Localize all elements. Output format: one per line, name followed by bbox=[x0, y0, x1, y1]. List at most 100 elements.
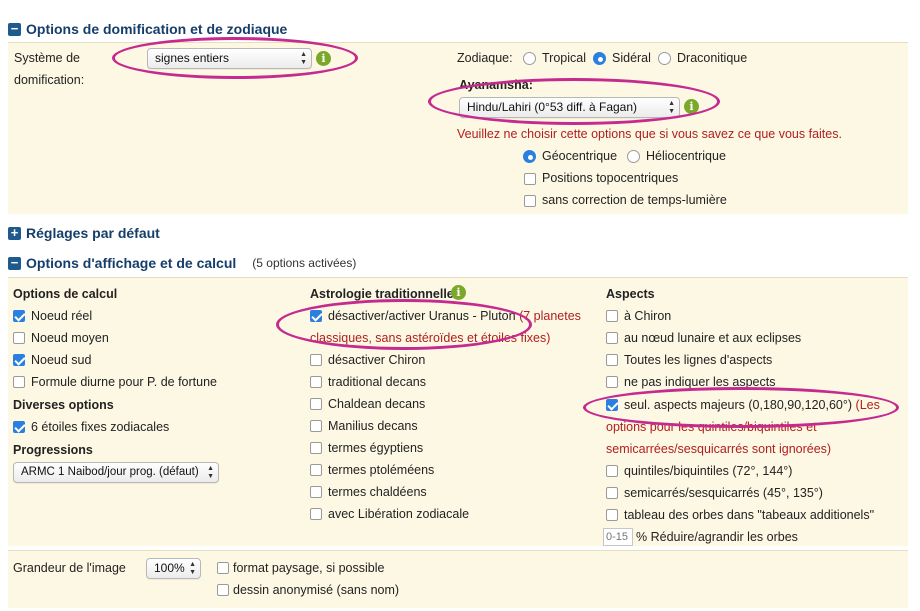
aspect-lines-checkbox[interactable] bbox=[606, 354, 618, 366]
select-arrows-icon: ▲ ▼ bbox=[668, 99, 675, 115]
orbs-table-label: tableau des orbes dans "tabeaux addition… bbox=[624, 508, 875, 522]
uranus-pluto-note: (7 planetes bbox=[519, 309, 581, 323]
chaldean-terms-label: termes chaldéens bbox=[328, 485, 427, 499]
info-icon[interactable]: i bbox=[451, 285, 466, 300]
ayanamsha-select[interactable]: Hindu/Lahiri (0°53 diff. à Fagan) ▲ ▼ bbox=[459, 97, 680, 118]
select-arrows-icon: ▲ ▼ bbox=[189, 560, 196, 576]
expert-warning: Veuillez ne choisir cette options que si… bbox=[457, 127, 842, 141]
section-title-domification: Options de domification et de zodiaque bbox=[26, 21, 288, 37]
mean-node-checkbox[interactable] bbox=[13, 332, 25, 344]
fortune-formula-checkbox[interactable] bbox=[13, 376, 25, 388]
section-title-defaults: Réglages par défaut bbox=[26, 225, 160, 241]
true-node-checkbox[interactable] bbox=[13, 310, 25, 322]
anonymous-label: dessin anonymisé (sans nom) bbox=[233, 583, 400, 597]
ayanamsha-value: Hindu/Lahiri (0°53 diff. à Fagan) bbox=[467, 100, 638, 114]
egyptian-terms-checkbox[interactable] bbox=[310, 442, 322, 454]
section-toggle-domification[interactable]: − Options de domification et de zodiaque bbox=[8, 21, 287, 37]
radio-draconitique-label: Draconitique bbox=[677, 51, 748, 65]
traditional-decans-checkbox[interactable] bbox=[310, 376, 322, 388]
zodiacal-release-checkbox[interactable] bbox=[310, 508, 322, 520]
ayanamsha-label: Ayanamsha: bbox=[459, 78, 533, 92]
fortune-formula-label: Formule diurne pour P. de fortune bbox=[31, 375, 217, 389]
active-options-count: (5 options activées) bbox=[252, 256, 357, 270]
hide-aspects-label: ne pas indiquer les aspects bbox=[624, 375, 776, 389]
orbs-table-checkbox[interactable] bbox=[606, 509, 618, 521]
house-system-label: Système de bbox=[14, 51, 81, 65]
progressions-title: Progressions bbox=[13, 443, 93, 457]
ptolemaic-terms-label: termes ptoléméens bbox=[328, 463, 435, 477]
house-system-value: signes entiers bbox=[155, 51, 230, 65]
major-aspects-text: seul. aspects majeurs (0,180,90,120,60°) bbox=[624, 398, 853, 412]
image-panel bbox=[8, 550, 908, 608]
info-icon[interactable]: i bbox=[684, 99, 699, 114]
orb-percent-input[interactable] bbox=[603, 528, 633, 546]
collapse-icon: − bbox=[8, 22, 21, 36]
radio-geocentric[interactable] bbox=[523, 150, 536, 163]
radio-tropical[interactable] bbox=[523, 52, 536, 65]
chaldean-decans-checkbox[interactable] bbox=[310, 398, 322, 410]
landscape-checkbox[interactable] bbox=[217, 562, 229, 574]
manilius-decans-checkbox[interactable] bbox=[310, 420, 322, 432]
aspect-node-checkbox[interactable] bbox=[606, 332, 618, 344]
uranus-pluto-checkbox[interactable] bbox=[310, 310, 322, 322]
traditional-title: Astrologie traditionnelle bbox=[310, 287, 454, 301]
manilius-decans-label: Manilius decans bbox=[328, 419, 418, 433]
chiron-checkbox[interactable] bbox=[310, 354, 322, 366]
mean-node-label: Noeud moyen bbox=[31, 331, 109, 345]
aspect-chiron-label: à Chiron bbox=[624, 309, 672, 323]
south-node-label: Noeud sud bbox=[31, 353, 92, 367]
progressions-select[interactable]: ARMC 1 Naibod/jour prog. (défaut) ▲ ▼ bbox=[13, 462, 219, 483]
uranus-pluto-text: désactiver/activer Uranus - Pluton bbox=[328, 309, 516, 323]
progressions-value: ARMC 1 Naibod/jour prog. (défaut) bbox=[21, 466, 199, 478]
major-aspects-note: (Les bbox=[855, 398, 880, 412]
radio-sideral[interactable] bbox=[593, 52, 606, 65]
fixed-stars-checkbox[interactable] bbox=[13, 421, 25, 433]
section-toggle-defaults[interactable]: + Réglages par défaut bbox=[8, 225, 160, 241]
expand-icon: + bbox=[8, 226, 21, 240]
radio-geocentric-label: Géocentrique bbox=[542, 149, 618, 163]
light-time-checkbox[interactable] bbox=[524, 195, 536, 207]
house-system-select[interactable]: signes entiers ▲ ▼ bbox=[147, 48, 312, 69]
quintiles-checkbox[interactable] bbox=[606, 465, 618, 477]
uranus-pluto-note-2: classiques, sans astéroïdes et étoiles f… bbox=[310, 331, 551, 345]
radio-tropical-label: Tropical bbox=[542, 51, 586, 65]
fixed-stars-label: 6 étoiles fixes zodiacales bbox=[31, 420, 170, 434]
chaldean-decans-label: Chaldean decans bbox=[328, 397, 426, 411]
anonymous-checkbox[interactable] bbox=[217, 584, 229, 596]
semisquares-checkbox[interactable] bbox=[606, 487, 618, 499]
radio-heliocentric-label: Héliocentrique bbox=[646, 149, 726, 163]
zodiacal-release-label: avec Libération zodiacale bbox=[328, 507, 470, 521]
image-size-select[interactable]: 100% ▲ ▼ bbox=[146, 558, 201, 579]
select-arrows-icon: ▲ ▼ bbox=[207, 464, 214, 480]
info-icon[interactable]: i bbox=[316, 51, 331, 66]
chaldean-terms-checkbox[interactable] bbox=[310, 486, 322, 498]
section-toggle-display[interactable]: − Options d'affichage et de calcul (5 op… bbox=[8, 255, 356, 271]
traditional-decans-label: traditional decans bbox=[328, 375, 426, 389]
major-aspects-checkbox[interactable] bbox=[606, 399, 618, 411]
section-title-display: Options d'affichage et de calcul bbox=[26, 255, 237, 271]
image-size-value: 100% bbox=[154, 561, 185, 575]
radio-heliocentric[interactable] bbox=[627, 150, 640, 163]
select-arrows-icon: ▲ ▼ bbox=[300, 50, 307, 66]
chiron-label: désactiver Chiron bbox=[328, 353, 426, 367]
hide-aspects-checkbox[interactable] bbox=[606, 376, 618, 388]
misc-options-title: Diverses options bbox=[13, 398, 114, 412]
south-node-checkbox[interactable] bbox=[13, 354, 25, 366]
image-size-label: Grandeur de l'image bbox=[13, 561, 126, 575]
collapse-icon: − bbox=[8, 256, 21, 270]
major-aspects-label: seul. aspects majeurs (0,180,90,120,60°)… bbox=[624, 398, 880, 412]
topocentric-label: Positions topocentriques bbox=[542, 171, 679, 185]
aspects-title: Aspects bbox=[606, 287, 655, 301]
quintiles-label: quintiles/biquintiles (72°, 144°) bbox=[624, 464, 793, 478]
aspect-chiron-checkbox[interactable] bbox=[606, 310, 618, 322]
radio-draconitique[interactable] bbox=[658, 52, 671, 65]
radio-sideral-label: Sidéral bbox=[612, 51, 651, 65]
egyptian-terms-label: termes égyptiens bbox=[328, 441, 424, 455]
ptolemaic-terms-checkbox[interactable] bbox=[310, 464, 322, 476]
landscape-label: format paysage, si possible bbox=[233, 561, 385, 575]
topocentric-checkbox[interactable] bbox=[524, 173, 536, 185]
orb-percent-label: % Réduire/agrandir les orbes bbox=[636, 530, 798, 544]
aspect-node-label: au nœud lunaire et aux eclipses bbox=[624, 331, 802, 345]
house-system-label-2: domification: bbox=[14, 73, 85, 87]
major-aspects-note-3: semicarrées/sesquicarrés sont ignorées) bbox=[606, 442, 832, 456]
